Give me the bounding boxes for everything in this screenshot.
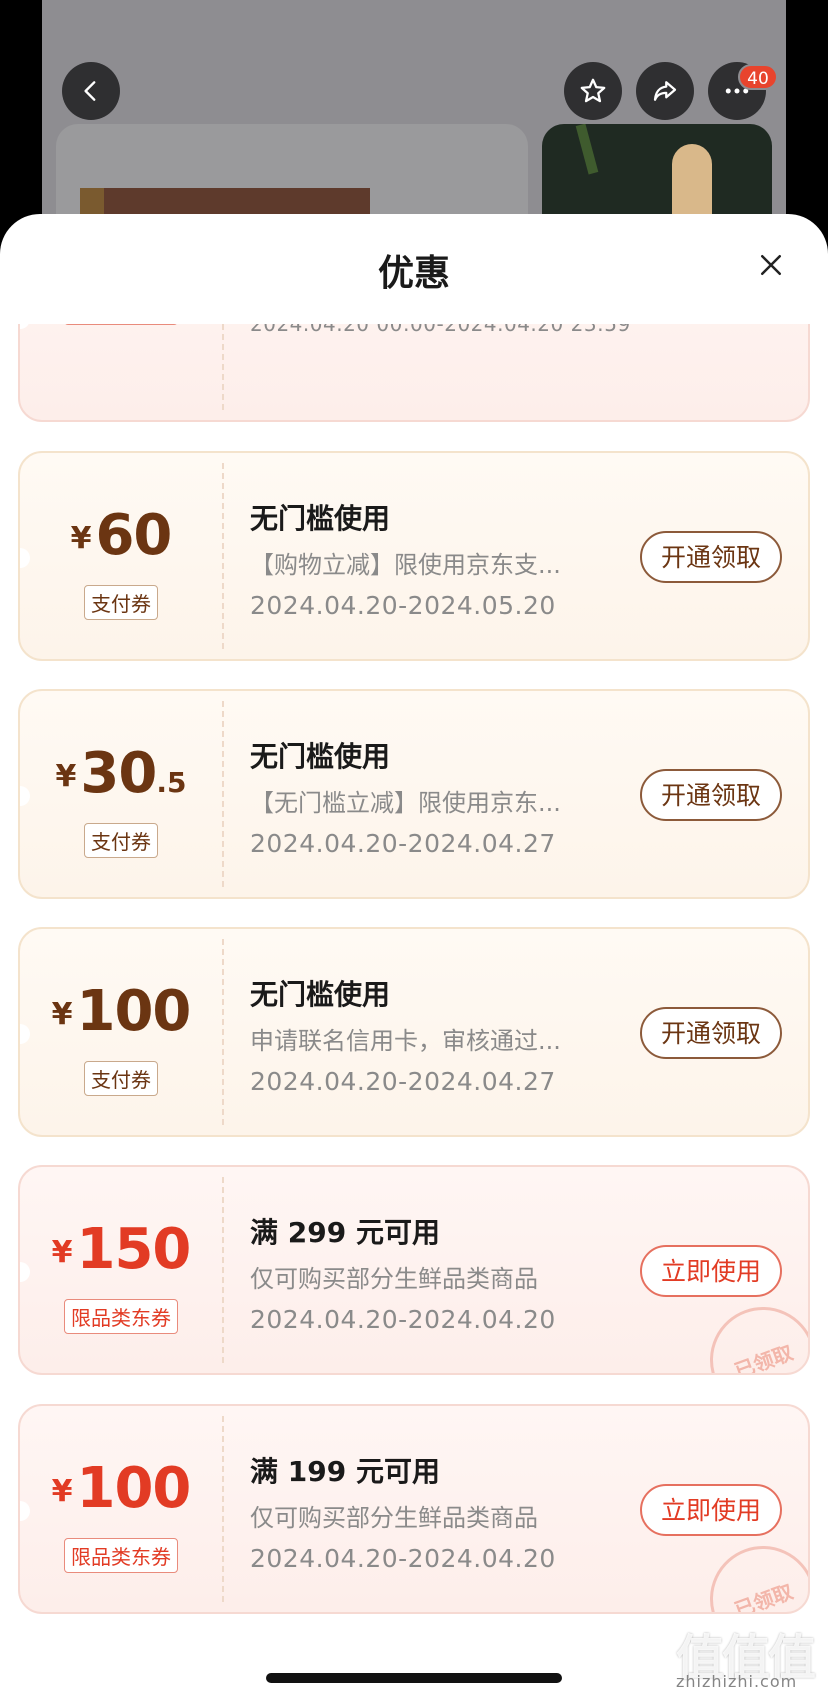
currency-symbol: ¥	[70, 521, 92, 556]
watermark-url: zhizhizhi.com	[676, 1672, 798, 1691]
coupon-condition: 满 299 元可用	[250, 1216, 440, 1249]
discount-sheet: 优惠 ¥20限品类东券仅可购买部分生鲜品类商品2024.04.20 00:00-…	[0, 214, 828, 1702]
amount-integer: 100	[76, 979, 191, 1044]
coupon-divider	[222, 939, 224, 1125]
coupon-card[interactable]: ¥100 支付券 无门槛使用申请联名信用卡，审核通过... 2024.04.20-20…	[18, 927, 810, 1137]
close-icon	[761, 255, 781, 275]
coupon-type-tag: 限品类东券	[20, 1299, 222, 1334]
amount-decimal: .5	[156, 766, 187, 799]
currency-symbol: ¥	[55, 759, 77, 794]
coupon-validity: 2024.04.20 00:00-2024.04.20 23:59	[250, 324, 631, 336]
notification-badge: 40	[738, 64, 778, 90]
coupon-amount: ¥30.5	[20, 741, 222, 806]
home-indicator[interactable]	[266, 1673, 562, 1683]
back-button[interactable]	[62, 62, 120, 120]
currency-symbol: ¥	[51, 1235, 73, 1270]
coupon-list[interactable]: ¥20限品类东券仅可购买部分生鲜品类商品2024.04.20 00:00-202…	[0, 324, 828, 1702]
amount-integer: 30	[80, 741, 157, 806]
coupon-condition: 无门槛使用	[250, 978, 391, 1011]
coupon-divider	[222, 463, 224, 649]
amount-integer: 150	[76, 1217, 191, 1282]
coupon-description: 仅可购买部分生鲜品类商品	[250, 1504, 538, 1532]
coupon-type-label: 支付券	[84, 585, 158, 620]
amount-integer: 60	[95, 503, 172, 568]
coupon-validity: 2024.04.20-2024.04.27	[250, 829, 556, 858]
claimed-stamp-label: 已领取	[731, 1578, 796, 1614]
currency-symbol: ¥	[51, 1474, 73, 1509]
favorite-button[interactable]	[564, 62, 622, 120]
coupon-card[interactable]: ¥20限品类东券仅可购买部分生鲜品类商品2024.04.20 00:00-202…	[18, 324, 810, 422]
coupon-description: 【购物立减】限使用京东支...	[250, 551, 561, 579]
coupon-description: 【无门槛立减】限使用京东...	[250, 789, 561, 817]
coupon-divider	[222, 1177, 224, 1363]
coupon-type-label: 限品类东券	[64, 1299, 178, 1334]
coupon-type-label: 限品类东券	[64, 324, 178, 325]
close-button[interactable]	[756, 250, 786, 280]
coupon-description: 仅可购买部分生鲜品类商品	[250, 1265, 538, 1293]
coupon-description: 申请联名信用卡，审核通过...	[250, 1027, 561, 1055]
coupon-amount: ¥60	[20, 503, 222, 568]
amount-integer: 100	[76, 1456, 191, 1521]
coupon-validity: 2024.04.20-2024.04.27	[250, 1067, 556, 1096]
claimed-stamp: 已领取	[695, 1531, 808, 1614]
coupon-validity: 2024.04.20-2024.05.20	[250, 591, 556, 620]
coupon-type-label: 限品类东券	[64, 1538, 178, 1573]
coupon-type-label: 支付券	[84, 823, 158, 858]
coupon-action-button[interactable]: 开通领取	[640, 531, 782, 583]
coupon-validity: 2024.04.20-2024.04.20	[250, 1305, 556, 1334]
coupon-action-button[interactable]: 立即使用	[640, 1484, 782, 1536]
coupon-condition: 满 199 元可用	[250, 1455, 440, 1488]
coupon-divider	[222, 1416, 224, 1602]
claimed-stamp-label: 已领取	[731, 1339, 796, 1375]
coupon-card[interactable]: ¥60 支付券 无门槛使用【购物立减】限使用京东支... 2024.04.20-202…	[18, 451, 810, 661]
coupon-type-tag: 支付券	[20, 1061, 222, 1096]
coupon-card[interactable]: ¥150 限品类东券 满 299 元可用仅可购买部分生鲜品类商品 2024.04.20…	[18, 1165, 810, 1375]
coupon-card[interactable]: ¥30.5 支付券 无门槛使用【无门槛立减】限使用京东... 2024.04.20-2…	[18, 689, 810, 899]
coupon-type-label: 支付券	[84, 1061, 158, 1096]
coupon-action-button[interactable]: 开通领取	[640, 1007, 782, 1059]
coupon-card[interactable]: ¥100 限品类东券 满 199 元可用仅可购买部分生鲜品类商品 2024.04.20…	[18, 1404, 810, 1614]
coupon-amount: ¥100	[20, 1456, 222, 1521]
coupon-condition: 无门槛使用	[250, 502, 391, 535]
coupon-type-tag: 支付券	[20, 823, 222, 858]
coupon-action-button[interactable]: 开通领取	[640, 769, 782, 821]
coupon-type-tag: 支付券	[20, 585, 222, 620]
currency-symbol: ¥	[51, 997, 73, 1032]
coupon-divider	[222, 701, 224, 887]
sheet-title: 优惠	[377, 253, 450, 294]
coupon-amount: ¥150	[20, 1217, 222, 1282]
coupon-type-tag: 限品类东券	[20, 324, 222, 325]
coupon-validity: 2024.04.20-2024.04.20	[250, 1544, 556, 1573]
coupon-type-tag: 限品类东券	[20, 1538, 222, 1573]
share-button[interactable]	[636, 62, 694, 120]
coupon-divider	[222, 324, 224, 410]
coupon-amount: ¥100	[20, 979, 222, 1044]
chevron-left-icon	[84, 81, 96, 101]
share-icon	[653, 81, 677, 101]
claimed-stamp: 已领取	[695, 1292, 808, 1375]
coupon-action-button[interactable]: 立即使用	[640, 1245, 782, 1297]
star-icon	[580, 78, 606, 103]
coupon-condition: 无门槛使用	[250, 740, 391, 773]
